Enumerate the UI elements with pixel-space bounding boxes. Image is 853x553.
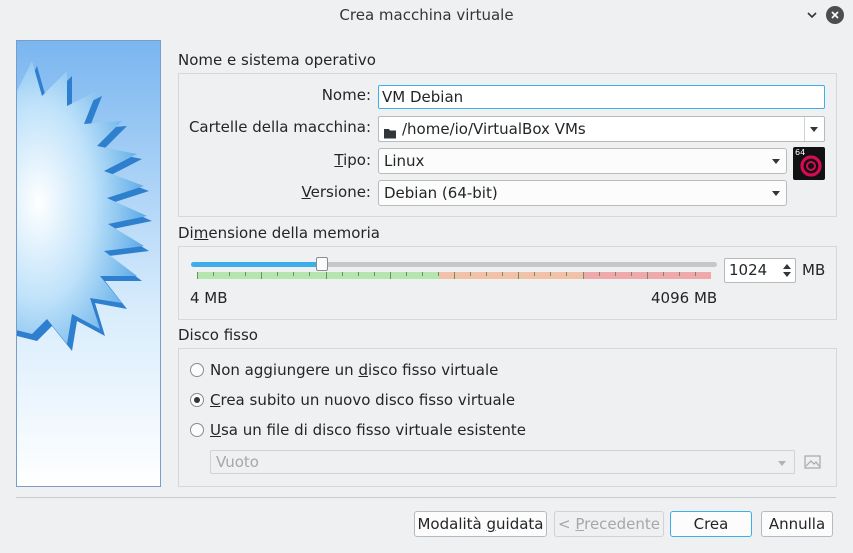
title-bar: Crea macchina virtuale: [0, 0, 853, 30]
version-label-mnemonic: V: [301, 183, 311, 201]
version-label: Versione:: [180, 183, 371, 201]
spin-down-icon[interactable]: [783, 272, 791, 277]
chevron-down-icon: [778, 461, 786, 466]
guided-mode-button[interactable]: Modalità guidata: [414, 511, 547, 537]
type-label-rest: ipo:: [343, 151, 371, 169]
radio-label-mnemonic: d: [358, 361, 368, 379]
type-label-mnemonic: T: [334, 151, 344, 169]
folder-combo[interactable]: /home/io/VirtualBox VMs: [378, 116, 825, 142]
browse-disk-button[interactable]: [802, 452, 824, 472]
folder-icon: [383, 123, 397, 147]
chevron-down-icon: [772, 191, 780, 196]
window-title: Crea macchina virtuale: [339, 6, 514, 24]
radio-no-disk[interactable]: Non aggiungere un disco fisso virtuale: [190, 360, 498, 380]
spin-up-icon[interactable]: [783, 264, 791, 269]
version-select[interactable]: Debian (64-bit): [378, 180, 787, 206]
button-label-mnemonic: g: [486, 515, 497, 533]
version-label-rest: ersione:: [310, 183, 371, 201]
radio-label-mnemonic: C: [210, 391, 221, 409]
section-title-memory: Dimensione della memoria: [178, 224, 380, 242]
radio-label-mnemonic: U: [210, 421, 221, 439]
radio-label-part: rea subito un nuovo disco fisso virtuale: [220, 391, 516, 409]
memory-title-part2: ensione della memoria: [208, 224, 380, 242]
folder-value: /home/io/VirtualBox VMs: [402, 120, 586, 138]
cancel-button[interactable]: Annulla: [761, 511, 833, 537]
memory-title-part1: Di: [178, 224, 194, 242]
folder-label: Cartelle della macchina:: [188, 118, 371, 136]
memory-slider-fill: [191, 262, 322, 267]
name-label: Nome:: [321, 86, 371, 104]
memory-slider[interactable]: [191, 262, 717, 267]
close-button[interactable]: [826, 6, 844, 24]
button-label-part: <: [557, 515, 576, 533]
button-label-part: Modalità: [417, 515, 487, 533]
section-title-disk: Disco fisso: [178, 326, 258, 344]
button-label-mnemonic: P: [575, 515, 585, 533]
existing-disk-select[interactable]: Vuoto: [210, 450, 795, 474]
radio-create-disk-label: Crea subito un nuovo disco fisso virtual…: [210, 391, 515, 409]
memory-spinbox[interactable]: 1024: [724, 258, 796, 283]
radio-label-part: sa un file di disco fisso virtuale esist…: [220, 421, 527, 439]
memory-title-mnemonic: m: [193, 224, 209, 242]
radio-label-part: Non aggiungere un: [210, 361, 359, 379]
radio-no-disk-label: Non aggiungere un disco fisso virtuale: [210, 361, 498, 379]
memory-value: 1024: [729, 261, 768, 279]
wizard-banner: [16, 40, 161, 487]
memory-unit: MB: [802, 261, 826, 279]
radio-existing-disk-indicator[interactable]: [190, 423, 204, 437]
memory-min-label: 4 MB: [190, 289, 228, 307]
radio-existing-disk[interactable]: Usa un file di disco fisso virtuale esis…: [190, 420, 526, 440]
create-button[interactable]: Crea: [670, 511, 752, 537]
type-select[interactable]: Linux: [378, 148, 787, 174]
close-icon: [831, 11, 839, 19]
folder-image-icon: [804, 455, 821, 469]
radio-create-disk[interactable]: Crea subito un nuovo disco fisso virtual…: [190, 390, 515, 410]
button-label-part: recedente: [584, 515, 661, 533]
memory-scale-ticks: [197, 272, 696, 279]
existing-disk-placeholder: Vuoto: [216, 453, 259, 471]
radio-label-part: isco fisso virtuale: [368, 361, 499, 379]
button-separator: [16, 497, 836, 498]
chevron-down-icon: [810, 127, 818, 132]
wizard-star-image: [17, 41, 160, 486]
radio-create-disk-indicator[interactable]: [190, 393, 204, 407]
chevron-down-icon: [772, 159, 780, 164]
folder-dropdown-button[interactable]: [804, 117, 824, 141]
section-title-name-os: Nome e sistema operativo: [178, 51, 376, 69]
memory-slider-handle[interactable]: [315, 257, 328, 271]
type-value: Linux: [384, 152, 425, 170]
minimize-button[interactable]: [803, 6, 821, 24]
debian-os-icon: 64: [793, 147, 825, 180]
back-button[interactable]: < Precedente: [554, 511, 664, 537]
name-input[interactable]: VM Debian: [378, 85, 825, 109]
radio-no-disk-indicator[interactable]: [190, 363, 204, 377]
memory-max-label: 4096 MB: [651, 289, 718, 307]
chevron-down-icon: [807, 12, 817, 19]
button-label-part: uidata: [496, 515, 544, 533]
version-value: Debian (64-bit): [384, 184, 498, 202]
type-label: Tipo:: [180, 151, 371, 169]
radio-existing-disk-label: Usa un file di disco fisso virtuale esis…: [210, 421, 526, 439]
